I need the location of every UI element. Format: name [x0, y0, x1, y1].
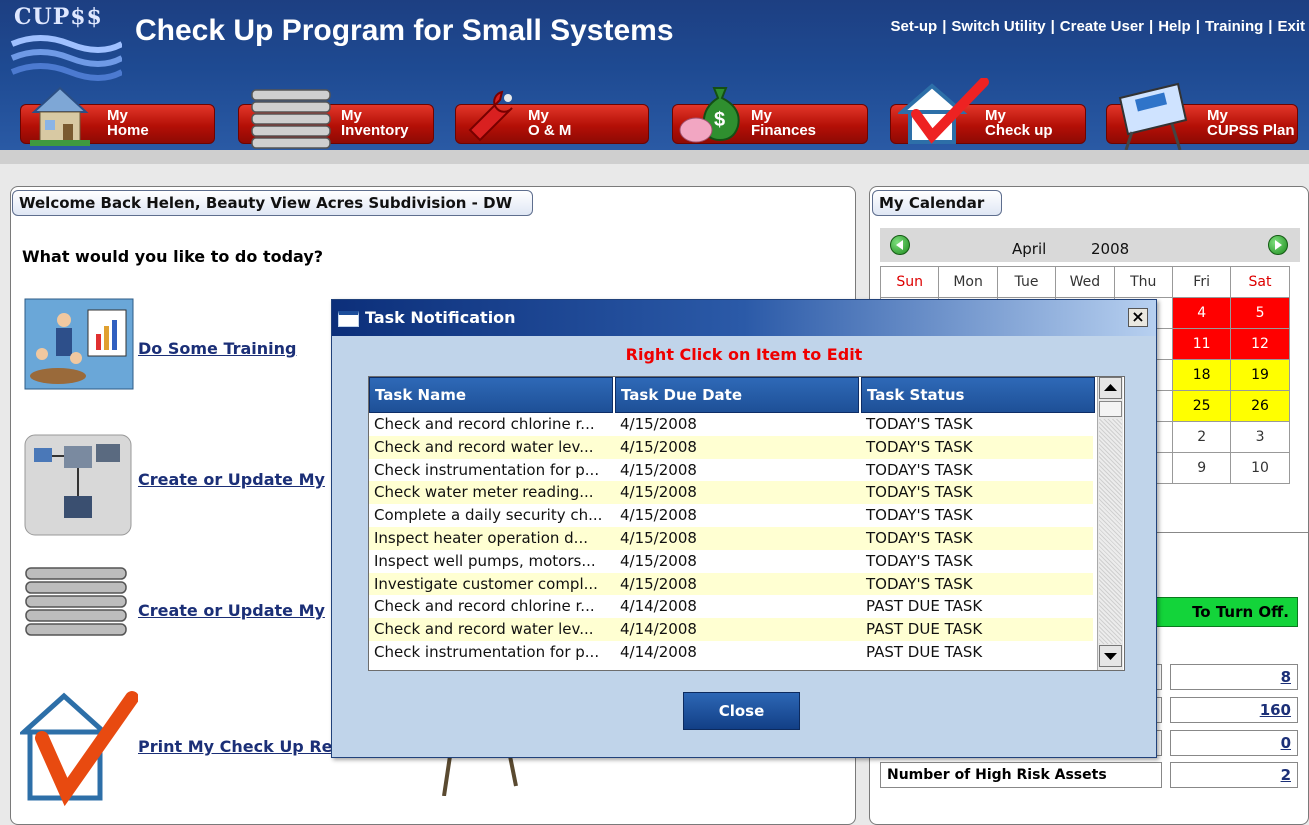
- high-risk-assets-label: Number of High Risk Assets: [880, 762, 1162, 788]
- calendar-day[interactable]: 10: [1230, 452, 1290, 484]
- stat-value-link[interactable]: 160: [1170, 697, 1298, 723]
- calendar-header: [880, 228, 1300, 262]
- house-icon: [30, 86, 90, 146]
- calendar-day[interactable]: 12: [1230, 328, 1290, 360]
- print-check-up-report-link[interactable]: Print My Check Up Re: [138, 737, 333, 756]
- calendar-day[interactable]: 26: [1230, 390, 1290, 422]
- nav-label-line2: CUPSS Plan: [1207, 122, 1295, 139]
- table-row[interactable]: Check and record chlorine r... 4/15/2008 T…: [369, 413, 1093, 436]
- arrow-left-icon: [896, 240, 903, 250]
- help-link[interactable]: Help: [1158, 18, 1191, 35]
- checkmark-house-icon: [898, 78, 989, 144]
- create-user-link[interactable]: Create User: [1060, 18, 1144, 35]
- weekday-sat: Sat: [1230, 266, 1290, 298]
- dialog-titlebar[interactable]: Task Notification ×: [332, 300, 1156, 336]
- col-header-task-due-date[interactable]: Task Due Date: [615, 377, 861, 413]
- table-row[interactable]: Check and record water lev... 4/14/2008 PA…: [369, 618, 1093, 641]
- setup-link[interactable]: Set-up: [891, 18, 938, 35]
- weekday-tue: Tue: [996, 266, 1057, 298]
- table-row[interactable]: Check water meter reading... 4/15/2008 TOD…: [369, 481, 1093, 505]
- weekday-wed: Wed: [1055, 266, 1115, 298]
- arrow-up-icon: [1104, 384, 1117, 391]
- dialog-hint: Right Click on Item to Edit: [625, 345, 863, 364]
- scroll-down-button[interactable]: [1099, 645, 1122, 667]
- app-title: Check Up Program for Small Systems: [135, 14, 674, 47]
- do-some-training-link[interactable]: Do Some Training: [138, 339, 297, 358]
- task-grid: Task Name Task Due Date Task Status Chec…: [368, 376, 1125, 671]
- next-month-button[interactable]: [1268, 235, 1288, 255]
- welcome-tab: Welcome Back Helen, Beauty View Acres Su…: [12, 190, 533, 216]
- header-divider: [0, 150, 1309, 164]
- calendar-month: April: [1012, 240, 1047, 258]
- calendar-day[interactable]: 5: [1230, 297, 1290, 329]
- table-row[interactable]: Check and record chlorine r... 4/14/2008 P…: [369, 595, 1093, 618]
- pipes-icon: [251, 89, 331, 149]
- weekday-fri: Fri: [1171, 266, 1232, 298]
- col-header-task-status[interactable]: Task Status: [861, 377, 1097, 413]
- table-row[interactable]: Inspect heater operation d... 4/15/2008 TO…: [369, 526, 1093, 550]
- pipes-icon: [25, 567, 127, 636]
- table-row[interactable]: Check instrumentation for p... 4/15/2008 T…: [369, 459, 1093, 482]
- stat-value-link[interactable]: 8: [1170, 664, 1298, 690]
- stat-value-link[interactable]: 0: [1170, 730, 1298, 756]
- money-bag-icon: $: [679, 87, 740, 143]
- weekday-sun: Sun: [879, 266, 940, 298]
- create-or-update-system-link[interactable]: Create or Update My: [138, 470, 325, 489]
- switch-utility-link[interactable]: Switch Utility: [951, 18, 1045, 35]
- nav-label-line2: Finances: [751, 122, 817, 139]
- arrow-right-icon: [1275, 240, 1282, 250]
- nav-label-line2: Home: [107, 122, 149, 139]
- arrow-down-icon: [1104, 653, 1117, 660]
- cupss-logo: CUP$$: [10, 4, 124, 88]
- easel-icon: [1118, 82, 1188, 150]
- table-row[interactable]: Check and record water lev... 4/15/2008 TO…: [369, 435, 1093, 459]
- close-button[interactable]: Close: [683, 692, 800, 730]
- logo-text: CUP$$: [14, 4, 103, 30]
- table-row[interactable]: Investigate customer compl... 4/15/2008 TO…: [369, 572, 1093, 596]
- table-row[interactable]: Complete a daily security ch... 4/15/2008…: [369, 504, 1093, 527]
- grid-scrollbar[interactable]: [1097, 377, 1123, 670]
- calendar-day[interactable]: 19: [1230, 359, 1290, 391]
- training-link[interactable]: Training: [1205, 18, 1263, 35]
- create-or-update-inventory-link[interactable]: Create or Update My: [138, 601, 325, 620]
- window-icon: [338, 311, 359, 327]
- nav-label-line2: O & M: [528, 122, 572, 139]
- calendar-tab: My Calendar: [872, 190, 1002, 216]
- system-diagram-icon: [24, 434, 132, 536]
- training-icon: [24, 298, 134, 390]
- calendar-day[interactable]: 18: [1171, 359, 1232, 391]
- grid-rows: Check and record chlorine r... 4/15/2008 T…: [369, 413, 1093, 664]
- checkmark-house-icon: [20, 691, 138, 807]
- nav-label-line2: Inventory: [341, 122, 409, 139]
- top-links: Set-up | Switch Utility | Create User | Hel…: [890, 18, 1305, 35]
- calendar-day[interactable]: 3: [1230, 421, 1290, 453]
- welcome-question: What would you like to do today?: [22, 247, 324, 266]
- high-risk-assets-value[interactable]: 2: [1170, 762, 1298, 788]
- table-row[interactable]: Inspect well pumps, motors... 4/15/2008 TO…: [369, 550, 1093, 573]
- calendar-day[interactable]: 4: [1171, 297, 1232, 329]
- weekday-thu: Thu: [1113, 266, 1173, 298]
- scroll-track[interactable]: [1099, 419, 1122, 644]
- task-notification-dialog: Task Notification × Right Click on Item …: [331, 299, 1157, 758]
- table-row[interactable]: Check instrumentation for p... 4/14/2008 P…: [369, 641, 1093, 664]
- wrench-icon: [468, 90, 513, 142]
- easel-legs-icon: [442, 756, 518, 796]
- calendar-day[interactable]: 25: [1171, 390, 1232, 422]
- dialog-title: Task Notification: [365, 308, 516, 327]
- calendar-day[interactable]: 9: [1171, 452, 1232, 484]
- grid-header: Task Name Task Due Date Task Status: [369, 377, 1109, 413]
- exit-link[interactable]: Exit: [1277, 18, 1305, 35]
- scroll-thumb[interactable]: [1099, 401, 1122, 417]
- col-header-task-name[interactable]: Task Name: [369, 377, 615, 413]
- nav-label-line2: Check up: [985, 122, 1053, 139]
- svg-text:$: $: [714, 109, 725, 131]
- weekday-mon: Mon: [938, 266, 998, 298]
- calendar-day[interactable]: 11: [1171, 328, 1232, 360]
- prev-month-button[interactable]: [890, 235, 910, 255]
- dialog-close-x-button[interactable]: ×: [1128, 308, 1148, 327]
- scroll-up-button[interactable]: [1099, 377, 1122, 399]
- calendar-day[interactable]: 2: [1171, 421, 1232, 453]
- calendar-year: 2008: [1091, 240, 1130, 258]
- app-header: CUP$$ Check Up Program for Small Systems…: [0, 0, 1309, 150]
